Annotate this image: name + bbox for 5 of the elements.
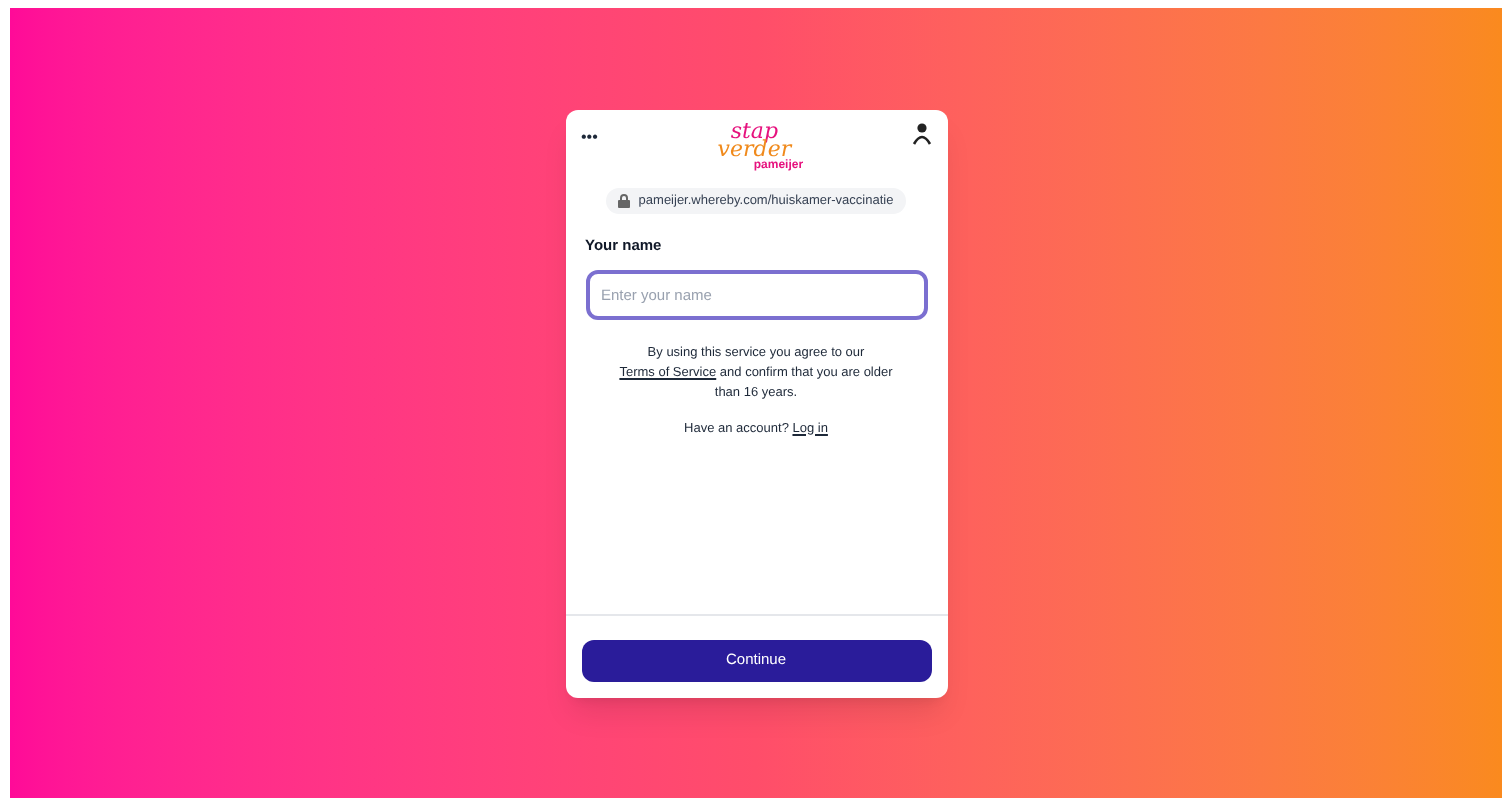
more-button[interactable]: ••• [581, 121, 598, 145]
logo-text: verder [717, 139, 792, 157]
user-icon[interactable] [911, 121, 931, 145]
lock-icon [618, 193, 631, 208]
logo-text: stap [730, 121, 779, 139]
